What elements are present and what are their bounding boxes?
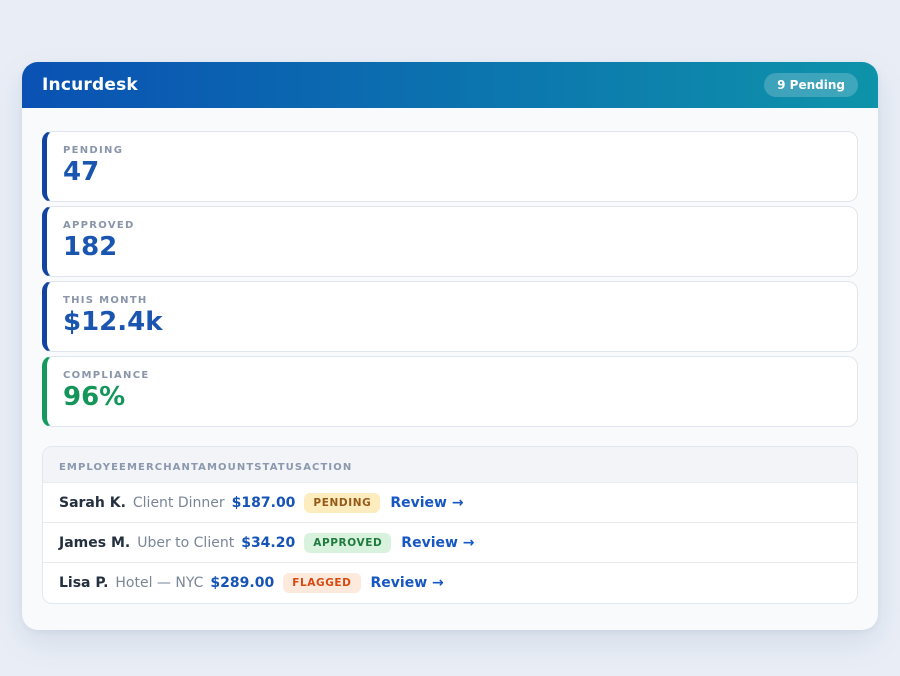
pending-count-badge[interactable]: 9 Pending [764, 73, 858, 97]
status-badge: PENDING [304, 493, 380, 513]
employee-name: James M. [59, 535, 130, 551]
employee-name: Sarah K. [59, 495, 126, 511]
employee-name: Lisa P. [59, 575, 108, 591]
merchant-name: Uber to Client [137, 535, 234, 551]
column-header-action: ACTION [303, 462, 352, 473]
app-body: PENDING 47 APPROVED 182 THIS MONTH $12.4… [22, 108, 878, 630]
stat-card-approved: APPROVED 182 [42, 206, 858, 277]
table-row: Sarah K. Client Dinner $187.00 PENDING R… [43, 483, 857, 523]
stat-value: $12.4k [63, 308, 841, 338]
stat-label: THIS MONTH [63, 295, 841, 306]
column-header-employee: EMPLOYEE [59, 462, 127, 473]
table-row: Lisa P. Hotel — NYC $289.00 FLAGGED Revi… [43, 563, 857, 603]
merchant-name: Hotel — NYC [115, 575, 203, 591]
table-row: James M. Uber to Client $34.20 APPROVED … [43, 523, 857, 563]
app-window: Incurdesk 9 Pending PENDING 47 APPROVED … [22, 62, 878, 630]
review-link[interactable]: Review → [371, 575, 444, 591]
expenses-table: EMPLOYEEMERCHANTAMOUNTSTATUSACTION Sarah… [42, 446, 858, 604]
status-badge: APPROVED [304, 533, 391, 553]
stat-card-this-month: THIS MONTH $12.4k [42, 281, 858, 352]
expense-amount: $289.00 [210, 575, 274, 591]
app-title: Incurdesk [42, 75, 138, 95]
expense-amount: $34.20 [241, 535, 295, 551]
column-header-status: STATUS [254, 462, 303, 473]
stat-card-pending: PENDING 47 [42, 131, 858, 202]
stat-label: PENDING [63, 145, 841, 156]
table-header-row: EMPLOYEEMERCHANTAMOUNTSTATUSACTION [43, 447, 857, 483]
review-link[interactable]: Review → [390, 495, 463, 511]
expense-amount: $187.00 [232, 495, 296, 511]
stat-value: 182 [63, 233, 841, 263]
status-badge: FLAGGED [283, 573, 360, 593]
stat-label: COMPLIANCE [63, 370, 841, 381]
column-header-merchant: MERCHANT [127, 462, 198, 473]
review-link[interactable]: Review → [401, 535, 474, 551]
stat-value: 96% [63, 383, 841, 413]
merchant-name: Client Dinner [133, 495, 225, 511]
column-header-amount: AMOUNT [198, 462, 254, 473]
app-header: Incurdesk 9 Pending [22, 62, 878, 108]
stat-card-compliance: COMPLIANCE 96% [42, 356, 858, 427]
stat-label: APPROVED [63, 220, 841, 231]
stat-value: 47 [63, 158, 841, 188]
